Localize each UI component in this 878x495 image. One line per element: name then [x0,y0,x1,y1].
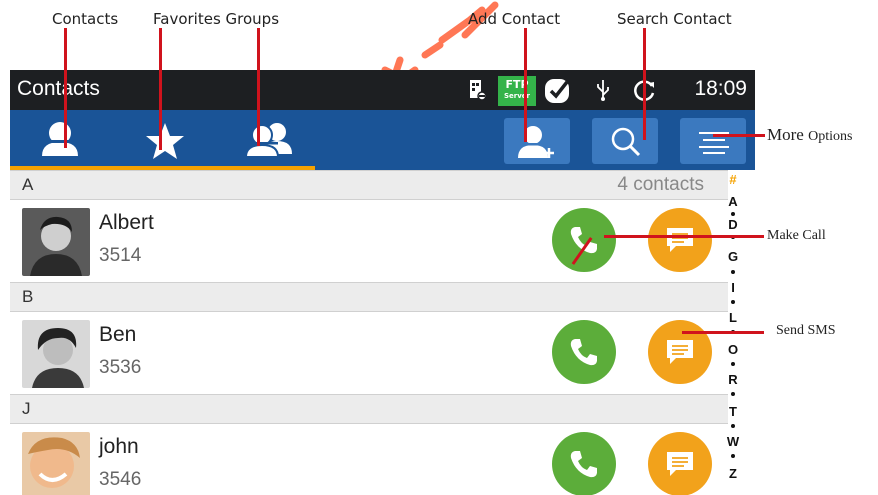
callout-line-make-call [604,235,764,238]
checkmark-app-icon [545,79,569,103]
section-letter: A [22,175,34,194]
app-title: Contacts [17,77,100,100]
callout-line-send-sms [682,331,764,334]
contact-number: 3546 [99,469,142,490]
message-icon [667,228,693,252]
contact-number: 3536 [99,357,142,378]
index-letter-hash[interactable]: # [722,172,744,187]
phone-icon [570,451,597,478]
section-letter: J [22,399,31,418]
tab-contacts[interactable] [10,110,110,170]
usb-icon [597,80,609,101]
contact-avatar [22,208,90,276]
annotation-make-call: Make Call [767,228,826,243]
index-letter-i[interactable]: I [722,280,744,295]
ftp-sublabel: Server [503,92,530,100]
index-dot [731,270,735,274]
index-letter-a[interactable]: A [722,194,744,209]
contact-row-john[interactable]: john 3546 [10,424,728,495]
index-dot [731,454,735,458]
index-letter-l[interactable]: L [722,310,744,325]
tab-favorites[interactable] [115,110,215,170]
index-dot [731,212,735,216]
index-letter-o[interactable]: O [722,342,744,357]
contact-name: Ben [99,323,137,346]
index-dot [731,300,735,304]
annotation-favorites-groups: Favorites Groups [153,10,280,28]
index-letter-z[interactable]: Z [722,466,744,481]
index-dot [731,424,735,428]
search-icon [611,127,641,157]
status-clock: 18:09 [694,77,747,100]
section-letter: B [22,287,34,306]
star-icon [146,123,184,159]
contact-name: Albert [99,211,154,234]
index-letter-r[interactable]: R [722,372,744,387]
annotation-search-contact: Search Contact [617,10,732,28]
call-button[interactable] [552,208,616,272]
contact-avatar [22,432,90,495]
index-letter-g[interactable]: G [722,249,744,264]
tab-groups[interactable] [220,110,320,170]
sms-button[interactable] [648,208,712,272]
callout-line-add-contact [524,28,527,142]
contact-row-albert[interactable]: Albert 3514 [10,200,728,282]
callout-line-search [643,28,646,140]
index-letter-w[interactable]: W [722,434,744,449]
callout-line-contacts [64,28,67,148]
sms-button[interactable] [648,320,712,384]
search-contact-button[interactable] [592,118,658,164]
annotation-add-contact: Add Contact [468,10,561,28]
index-dot [731,362,735,366]
annotation-contacts: Contacts [52,10,119,28]
call-button[interactable] [552,432,616,495]
call-button[interactable] [552,320,616,384]
add-contact-button[interactable] [504,118,570,164]
phone-icon [570,227,597,254]
index-letter-t[interactable]: T [722,404,744,419]
contact-name: john [99,435,139,458]
phone-icon [570,339,597,366]
sms-button[interactable] [648,432,712,495]
ftp-server-icon: FTP Server [498,76,536,106]
section-header-a: A 4 contacts [10,170,728,200]
contact-avatar [22,320,90,388]
callout-line-favorites [159,28,162,150]
contact-count: 4 contacts [617,174,704,195]
contact-row-ben[interactable]: Ben 3536 [10,312,728,394]
annotation-send-sms: Send SMS [776,323,836,338]
sim-card-icon [470,80,487,101]
group-icon [244,123,292,158]
callout-line-more-options [713,134,765,137]
section-header-b: B [10,282,728,312]
index-letter-d[interactable]: D [722,217,744,232]
annotation-options-word: Options [808,129,853,144]
message-icon [667,340,693,364]
annotation-more-word: More [767,125,804,144]
callout-line-groups [257,28,260,146]
message-icon [667,452,693,476]
section-header-j: J [10,394,728,424]
annotation-more-options: More Options [767,125,852,145]
more-options-button[interactable] [680,118,746,164]
index-dot [731,392,735,396]
contact-number: 3514 [99,245,142,266]
person-icon [42,122,78,156]
